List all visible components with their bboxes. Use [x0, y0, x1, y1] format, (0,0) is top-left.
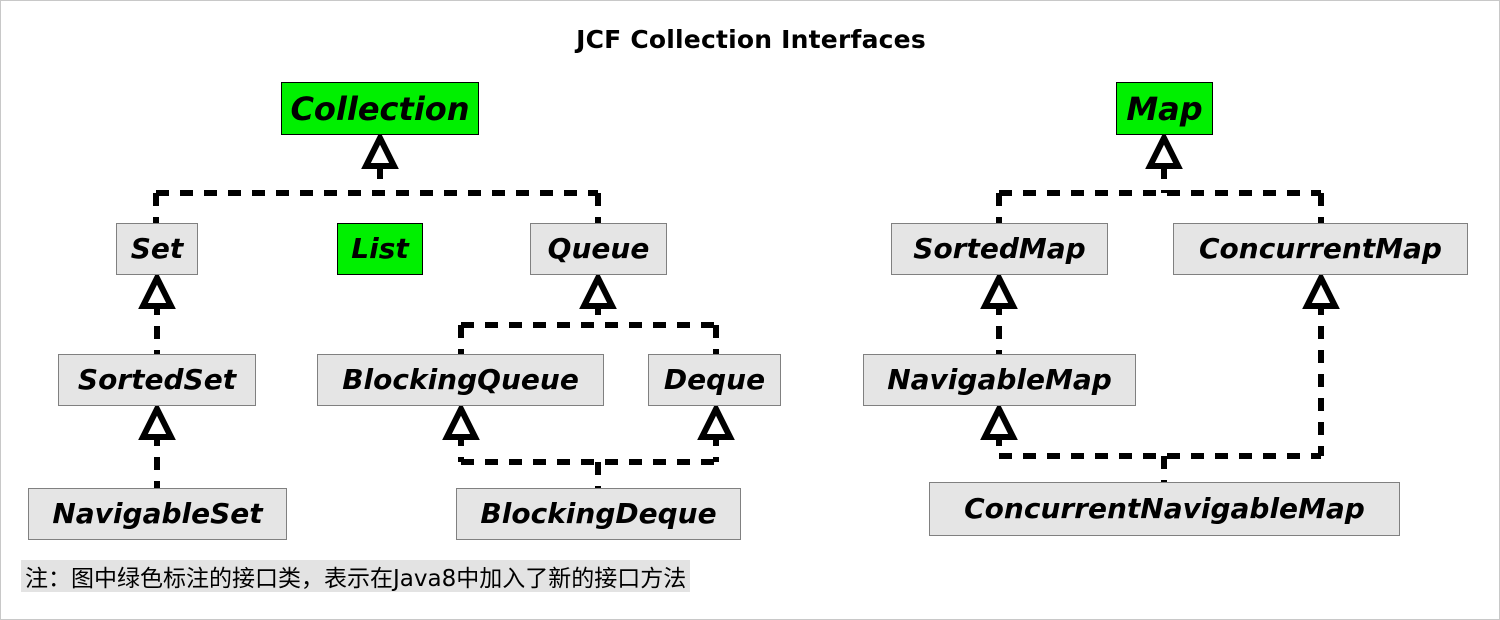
node-label: Map — [1126, 89, 1203, 128]
generalization-arrow-collection — [361, 131, 399, 169]
node-label: Collection — [290, 89, 470, 128]
node-sortedmap[interactable]: SortedMap — [891, 223, 1108, 275]
generalization-arrow-map — [1145, 131, 1183, 169]
node-label: List — [351, 232, 409, 265]
generalization-arrow-blockingqueue — [442, 402, 480, 440]
node-collection[interactable]: Collection — [281, 82, 479, 135]
node-blockingdeque[interactable]: BlockingDeque — [456, 488, 741, 540]
node-label: Deque — [663, 363, 766, 396]
node-label: BlockingDeque — [480, 497, 717, 530]
node-label: Set — [130, 232, 184, 265]
node-label: Queue — [547, 232, 650, 265]
generalization-arrow-navigablemap — [980, 402, 1018, 440]
node-label: NavigableMap — [887, 363, 1112, 396]
node-label: SortedMap — [913, 232, 1086, 265]
node-blockingqueue[interactable]: BlockingQueue — [317, 354, 604, 406]
diagram-canvas: JCF Collection Interfaces Collection Set… — [0, 0, 1500, 620]
node-label: NavigableSet — [52, 497, 263, 530]
node-label: SortedSet — [77, 363, 237, 396]
node-label: ConcurrentNavigableMap — [964, 492, 1365, 525]
node-navigablemap[interactable]: NavigableMap — [863, 354, 1136, 406]
node-deque[interactable]: Deque — [648, 354, 781, 406]
node-concurrentnavigablemap[interactable]: ConcurrentNavigableMap — [929, 482, 1400, 536]
node-list[interactable]: List — [337, 223, 423, 275]
node-navigableset[interactable]: NavigableSet — [28, 488, 287, 540]
node-set[interactable]: Set — [116, 223, 198, 275]
generalization-arrow-queue — [579, 271, 617, 309]
legend-note: 注：图中绿色标注的接口类，表示在Java8中加入了新的接口方法 — [21, 560, 691, 592]
generalization-arrow-sortedset — [138, 402, 176, 440]
generalization-arrow-sortedmap — [980, 271, 1018, 309]
node-queue[interactable]: Queue — [530, 223, 667, 275]
generalization-arrow-deque — [697, 402, 735, 440]
generalization-arrow-concurrentmap — [1302, 271, 1340, 309]
node-sortedset[interactable]: SortedSet — [58, 354, 256, 406]
generalization-arrow-set — [138, 271, 176, 309]
node-map[interactable]: Map — [1116, 82, 1213, 135]
node-concurrentmap[interactable]: ConcurrentMap — [1173, 223, 1468, 275]
node-label: BlockingQueue — [342, 363, 579, 396]
node-label: ConcurrentMap — [1199, 232, 1442, 265]
